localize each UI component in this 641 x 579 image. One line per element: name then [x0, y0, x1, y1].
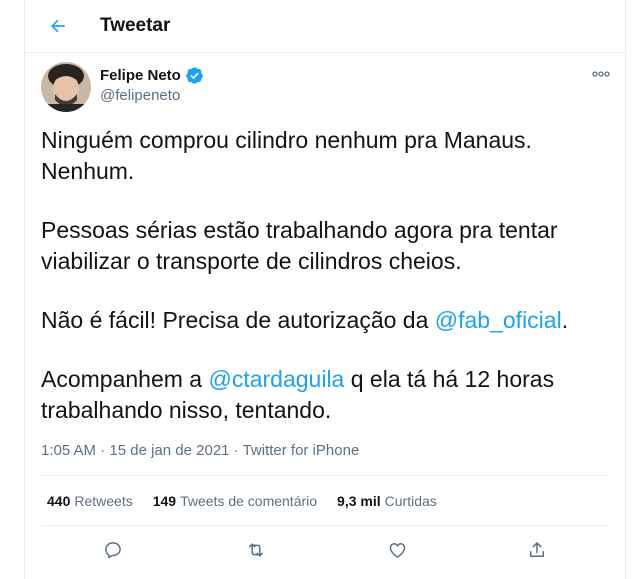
mention-ctardaguila[interactable]: @ctardaguila [208, 366, 344, 392]
like-icon [389, 543, 405, 558]
retweets-count: 440 [47, 493, 71, 509]
author-name-row[interactable]: Felipe Neto [100, 66, 204, 85]
mention-fab-oficial[interactable]: @fab_oficial [435, 307, 562, 333]
likes-count: 9,3 mil [337, 493, 381, 509]
meta-separator: · [96, 442, 110, 459]
retweet-button[interactable] [244, 538, 268, 562]
tweet-paragraph-4: Acompanhem a @ctardaguila q ela tá há 12… [41, 364, 601, 426]
quote-tweets-stat[interactable]: 149 Tweets de comentário [153, 492, 317, 510]
divider [41, 475, 609, 476]
retweets-label: Retweets [74, 493, 133, 509]
quote-tweets-count: 149 [152, 493, 177, 509]
meta-separator: · [229, 442, 243, 459]
tweet-text: Ninguém comprou cilindro nenhum pra Mana… [41, 125, 601, 454]
back-button[interactable] [42, 10, 74, 42]
tweet-paragraph-3: Não é fácil! Precisa de autorização da @… [41, 305, 601, 336]
tweet-paragraph-3-end: . [561, 307, 569, 333]
divider [41, 525, 609, 526]
reply-icon [105, 542, 121, 559]
tweet-stats: 440 Retweets 149 Tweets de comentário 9,3 … [47, 492, 457, 510]
like-button[interactable] [385, 538, 409, 562]
page-title: Tweetar [100, 15, 171, 36]
more-options-button[interactable] [587, 62, 615, 86]
tweet-paragraph-1: Ninguém comprou cilindro nenhum pra Mana… [41, 127, 532, 184]
share-button[interactable] [525, 538, 549, 562]
avatar[interactable] [41, 62, 91, 112]
share-icon [530, 542, 544, 557]
tweet-meta: 1:05 AM · 15 de jan de 2021 · Twitter fo… [41, 442, 359, 460]
more-options-icon [592, 71, 610, 77]
likes-stat[interactable]: 9,3 mil Curtidas [337, 492, 437, 510]
tweet-paragraph-2: Pessoas sérias estão trabalhando agora p… [41, 217, 558, 274]
reply-button[interactable] [101, 538, 125, 562]
tweet-paragraph-3-text: Não é fácil! Precisa de autorização da [41, 307, 435, 333]
tweet-time[interactable]: 1:05 AM [41, 442, 96, 459]
verified-badge-icon [186, 67, 203, 84]
author-handle[interactable]: @felipeneto [100, 87, 180, 105]
likes-label: Curtidas [384, 493, 437, 509]
author-name[interactable]: Felipe Neto [100, 67, 181, 85]
tweet-paragraph-4-start: Acompanhem a [41, 366, 209, 392]
retweet-icon [249, 543, 263, 557]
retweets-stat[interactable]: 440 Retweets [47, 492, 133, 510]
header: Tweetar [25, 0, 625, 53]
tweet-date[interactable]: 15 de jan de 2021 [109, 442, 229, 459]
tweet-panel: Tweetar Felipe Neto @felipeneto Ninguém … [24, 0, 626, 579]
quote-tweets-label: Tweets de comentário [180, 493, 318, 509]
tweet-source[interactable]: Twitter for iPhone [243, 442, 360, 459]
back-arrow-icon [50, 19, 65, 33]
